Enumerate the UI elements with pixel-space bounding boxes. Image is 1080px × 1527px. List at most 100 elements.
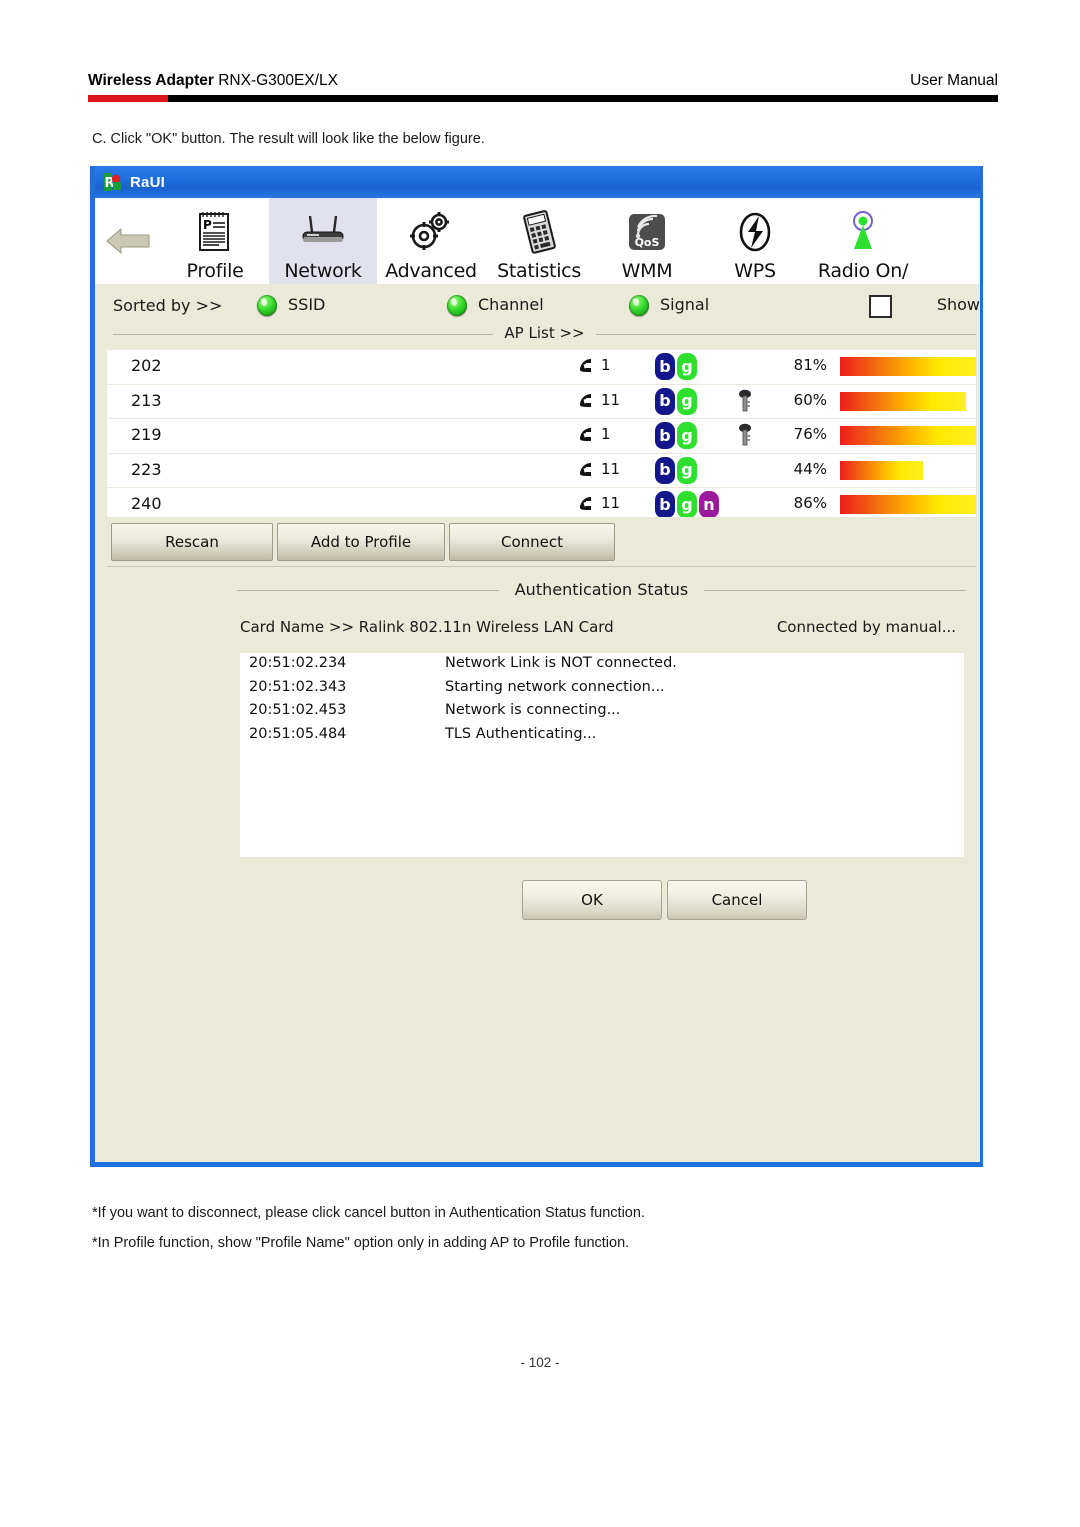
band-badge-g: g bbox=[677, 353, 697, 380]
band-badge-b: b bbox=[655, 456, 675, 484]
ap-ssid: 240 bbox=[131, 494, 162, 513]
radio-sort-signal[interactable] bbox=[629, 295, 649, 316]
log-message: Network Link is NOT connected. bbox=[445, 655, 677, 671]
back-button[interactable] bbox=[95, 198, 161, 284]
ap-list-row[interactable]: 240 11 b g n 86% bbox=[107, 488, 976, 517]
panel-divider bbox=[107, 566, 976, 567]
card-name-text: Card Name >> Ralink 802.11n Wireless LAN… bbox=[240, 618, 614, 636]
ap-channel: 1 bbox=[601, 425, 611, 443]
header-title: Wireless Adapter RNX-G300EX/LX bbox=[88, 72, 338, 90]
ap-channel: 11 bbox=[601, 494, 621, 512]
ok-button[interactable]: OK bbox=[522, 880, 662, 920]
raui-logo-icon: R bbox=[103, 172, 123, 192]
security-lock-icon bbox=[739, 423, 751, 446]
ap-ssid: 223 bbox=[131, 459, 162, 479]
tab-statistics[interactable]: Statistics bbox=[485, 198, 593, 284]
intro-instruction: C. Click "OK" button. The result will lo… bbox=[92, 131, 485, 147]
ap-signal-bar bbox=[840, 357, 976, 376]
band-badge-g: g bbox=[677, 422, 697, 449]
ap-band-badges: bg bbox=[655, 353, 697, 380]
band-badge-b: b bbox=[655, 353, 675, 380]
rescan-button[interactable]: Rescan bbox=[111, 523, 273, 561]
calculator-icon bbox=[516, 204, 562, 260]
authentication-log-box[interactable]: 20:51:02.234 Network Link is NOT connect… bbox=[240, 653, 964, 857]
tab-network-label: Network bbox=[284, 260, 362, 282]
svg-text:QoS: QoS bbox=[635, 236, 660, 249]
authentication-status-header: Authentication Status bbox=[237, 580, 966, 600]
tab-advanced-label: Advanced bbox=[385, 260, 477, 282]
access-point-list[interactable]: 202 1 b g 81% 213 11 b g 60% 219 1bg 76%… bbox=[107, 350, 976, 517]
tab-profile[interactable]: P Profile bbox=[161, 198, 269, 284]
ap-list-row[interactable]: 219 1 bg 76% bbox=[107, 419, 976, 454]
ap-list-divider-line-right bbox=[596, 334, 976, 335]
ap-signal-percent: 81% bbox=[793, 356, 827, 374]
raui-application-window: R RaUI P Profile Network Advanced Statis… bbox=[90, 166, 983, 1167]
sort-bar: Sorted by >> SSID Channel Signal Show AP… bbox=[95, 284, 980, 348]
ap-band-badges: bgn bbox=[655, 491, 719, 517]
tab-statistics-label: Statistics bbox=[497, 260, 581, 282]
channel-plug-icon bbox=[580, 393, 591, 407]
tab-radio-label: Radio On/ bbox=[817, 260, 909, 282]
log-message: TLS Authenticating... bbox=[445, 725, 597, 742]
tab-network[interactable]: Network bbox=[269, 198, 377, 284]
tab-wmm[interactable]: QoS WMM bbox=[593, 198, 701, 284]
ap-signal-bar-wrap bbox=[840, 357, 976, 376]
channel-plug-icon bbox=[580, 359, 591, 372]
band-badge-g: g bbox=[677, 491, 697, 517]
main-toolbar: P Profile Network Advanced Statistics Qo… bbox=[95, 198, 980, 284]
radio-sort-signal-label: Signal bbox=[660, 295, 710, 314]
show-checkbox-label: Show bbox=[936, 295, 980, 314]
dialog-button-row: OK Cancel bbox=[107, 880, 976, 926]
connect-button[interactable]: Connect bbox=[449, 523, 615, 561]
header-rule bbox=[88, 95, 998, 102]
channel-plug-icon bbox=[580, 497, 591, 510]
header-title-model: RNX-G300EX/LX bbox=[213, 72, 338, 89]
ap-signal-percent: 60% bbox=[793, 390, 827, 409]
page-number: - 102 - bbox=[520, 1355, 560, 1370]
radio-sort-ssid[interactable] bbox=[257, 295, 277, 316]
channel-plug-icon bbox=[580, 462, 591, 476]
cancel-button[interactable]: Cancel bbox=[667, 880, 807, 920]
ap-signal-bar bbox=[840, 391, 967, 411]
ap-list-row[interactable]: 202 1 b g 81% bbox=[107, 350, 976, 385]
tab-wmm-label: WMM bbox=[621, 260, 673, 282]
band-badge-g: g bbox=[677, 456, 697, 484]
ap-signal-bar bbox=[840, 426, 976, 445]
band-badge-b: b bbox=[655, 422, 675, 449]
tab-radio-on-off[interactable]: Radio On/ bbox=[809, 198, 917, 284]
band-badge-b: b bbox=[655, 387, 675, 415]
ap-band-badges: bg bbox=[655, 456, 697, 484]
ap-band-badges: bg bbox=[655, 422, 697, 449]
window-titlebar: R RaUI bbox=[95, 166, 980, 198]
radio-sort-channel-label: Channel bbox=[478, 295, 544, 314]
header-rule-red-accent bbox=[88, 95, 168, 102]
tab-advanced[interactable]: Advanced bbox=[377, 198, 485, 284]
back-arrow-icon bbox=[106, 227, 150, 255]
tab-wps-label: WPS bbox=[734, 260, 776, 282]
radio-sort-ssid-label: SSID bbox=[288, 295, 326, 314]
add-to-profile-button[interactable]: Add to Profile bbox=[277, 523, 445, 561]
wps-icon bbox=[734, 204, 776, 260]
ap-signal-percent: 44% bbox=[793, 459, 827, 478]
show-checkbox[interactable] bbox=[869, 295, 892, 318]
security-lock-icon bbox=[739, 389, 751, 411]
band-badge-b: b bbox=[655, 491, 675, 517]
profile-document-icon: P bbox=[195, 204, 235, 260]
gears-icon bbox=[405, 204, 457, 260]
sorted-by-label: Sorted by >> bbox=[113, 296, 223, 315]
ap-list-row[interactable]: 213 11 b g 60% bbox=[107, 384, 976, 419]
log-timestamp: 20:51:05.484 bbox=[249, 725, 347, 742]
auth-header-line-right bbox=[703, 590, 966, 591]
authentication-log-row: 20:51:02.453 Network is connecting... bbox=[240, 700, 964, 724]
radio-sort-channel[interactable] bbox=[447, 295, 467, 316]
header-title-bold: Wireless Adapter bbox=[88, 72, 214, 89]
tab-profile-label: Profile bbox=[186, 260, 244, 282]
ap-action-button-row: Rescan Add to Profile Connect bbox=[107, 517, 976, 567]
authentication-log-row: 20:51:05.484 TLS Authenticating... bbox=[240, 724, 964, 748]
ap-list-row[interactable]: 223 11 b g 44% bbox=[107, 453, 976, 488]
ap-ssid: 213 bbox=[131, 390, 162, 410]
authentication-log-row: 20:51:02.343 Starting network connection… bbox=[240, 677, 964, 701]
tab-wps[interactable]: WPS bbox=[701, 198, 809, 284]
manual-page: Wireless Adapter RNX-G300EX/LX User Manu… bbox=[0, 0, 1080, 1527]
footnote-2: *In Profile function, show "Profile Name… bbox=[92, 1235, 630, 1251]
